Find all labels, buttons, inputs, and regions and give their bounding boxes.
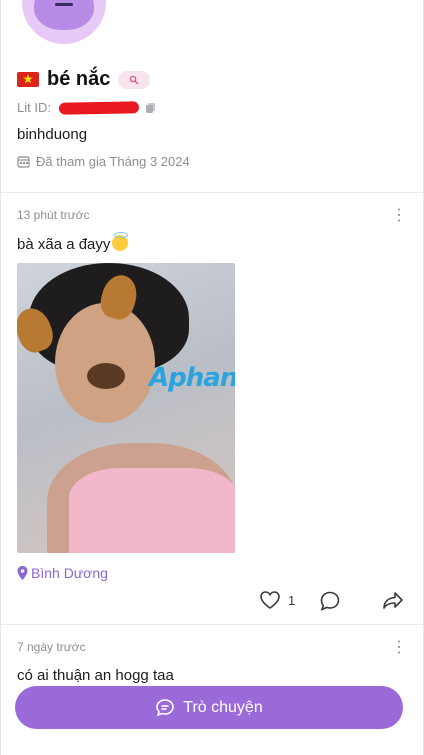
profile-name-row: bé nắc [17,68,151,91]
heart-icon [260,591,280,609]
copy-icon[interactable] [145,102,157,114]
location-pin-icon [17,566,28,580]
profile-location: binhduong [17,126,88,143]
flag-vietnam-icon [17,72,39,87]
lit-id-row: Lit ID: [17,100,157,115]
share-button[interactable] [382,591,404,616]
post-text: có ai thuận an hogg taa [17,667,174,684]
watermark-logo: Aphang [149,363,235,393]
divider [0,192,424,193]
joined-date: Đã tham gia Tháng 3 2024 [36,154,190,169]
calendar-icon [17,156,30,168]
share-icon [383,592,403,609]
profile-name: bé nắc [47,68,111,90]
lit-id-label: Lit ID: [17,100,51,115]
chat-icon [156,698,175,716]
halo-emoji-icon [112,232,129,251]
avatar[interactable] [22,0,106,44]
lit-id-redaction [58,100,140,115]
post-time: 7 ngày trước [17,640,86,654]
post-text: bà xãa a đayy [17,232,129,253]
chat-button[interactable]: Trò chuyện [15,686,403,729]
like-button[interactable]: 1 [260,591,295,609]
post-place[interactable]: Bình Dương [17,565,108,581]
more-dots-icon[interactable]: ⋮ [391,640,407,656]
post-text-content: bà xãa a đayy [17,236,111,253]
more-dots-icon[interactable]: ⋮ [391,208,407,224]
joined-row: Đã tham gia Tháng 3 2024 [17,154,190,169]
avatar-mouth [55,3,73,6]
search-badge-icon[interactable] [118,70,151,89]
divider [0,624,424,625]
post-time: 13 phút trước [17,208,90,222]
comment-icon [320,591,340,611]
photo-clothing [69,468,235,553]
post-place-label: Bình Dương [31,565,108,581]
chat-button-label: Trò chuyện [183,698,263,716]
watermark-text: Aphang [149,363,235,393]
like-count: 1 [288,592,296,608]
post-photo[interactable]: Aphang [17,263,235,553]
filter-nose [87,363,125,389]
comment-button[interactable] [320,591,340,616]
left-frame-line [0,0,1,755]
